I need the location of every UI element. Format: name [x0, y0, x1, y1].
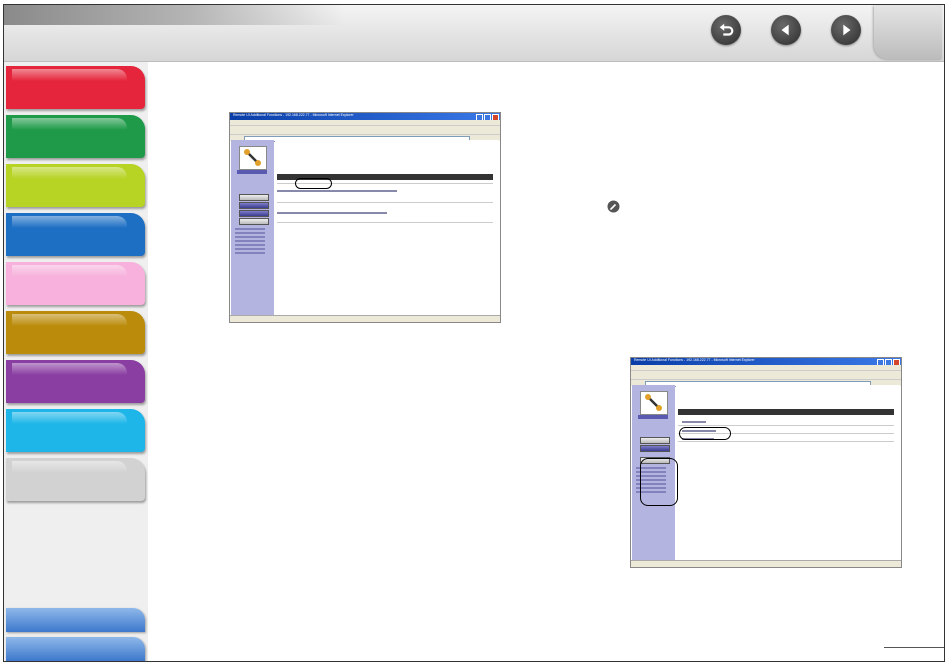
chapter-tab-4[interactable]: [6, 213, 145, 256]
next-page-button[interactable]: [831, 15, 861, 45]
page-header: [4, 5, 944, 62]
chapter-tab-6[interactable]: [6, 311, 145, 354]
screenshot-import-export: Remote UI Additional Functions - 192.168…: [630, 357, 902, 568]
window-titlebar: Remote UI Additional Functions - 192.168…: [631, 358, 901, 366]
instruction-line-1: [277, 190, 397, 192]
return-arrow-icon: [719, 23, 734, 36]
logo-label: [638, 415, 668, 419]
back-matter-tab-1[interactable]: [6, 608, 145, 632]
window-titlebar: Remote UI Additional Functions - 192.168…: [230, 113, 500, 121]
chapter-tab-1[interactable]: [6, 66, 145, 109]
corner-tab[interactable]: [874, 5, 942, 59]
header-strip: [4, 5, 344, 25]
menu-links: [235, 228, 265, 256]
key-tool-icon: [645, 394, 662, 411]
screenshot-export-data: Remote UI Additional Functions - 192.168…: [229, 112, 501, 323]
browser-status-bar: [230, 315, 500, 322]
browser-status-bar: [631, 560, 901, 567]
remote-ui-logo: [239, 146, 267, 170]
chapter-tab-3[interactable]: [6, 164, 145, 207]
callout-export-button: [295, 178, 332, 189]
job-status-button: [239, 202, 269, 209]
chapter-tab-2[interactable]: [6, 115, 145, 158]
logo-label: [237, 170, 267, 174]
page-frame: Remote UI Additional Functions - 192.168…: [3, 4, 945, 662]
triangle-right-icon: [843, 24, 851, 36]
device-button: [640, 437, 670, 444]
back-matter-tab-2[interactable]: [6, 637, 145, 661]
window-title: Remote UI Additional Functions - 192.168…: [634, 358, 755, 362]
content-title-bar: [678, 409, 894, 415]
job-status-button: [640, 445, 670, 452]
device-button: [239, 194, 269, 201]
callout-user-management-data: [679, 427, 731, 440]
chapter-sidebar: [4, 62, 148, 661]
callout-add-func-menu: [640, 458, 678, 506]
triangle-left-icon: [781, 24, 789, 36]
remote-ui-sidebar: [231, 140, 274, 316]
window-title: Remote UI Additional Functions - 192.168…: [233, 113, 354, 117]
remote-ui-logo: [640, 391, 668, 415]
link-address-book: [682, 421, 706, 423]
add-func-button: [239, 218, 269, 225]
note-pencil-icon: [607, 200, 620, 213]
remote-ui-content: [676, 385, 900, 561]
address-button: [239, 210, 269, 217]
previous-page-button[interactable]: [771, 15, 801, 45]
back-button[interactable]: [711, 15, 741, 45]
chapter-tab-9[interactable]: [6, 458, 145, 501]
remote-ui-content: [275, 140, 499, 316]
key-tool-icon: [244, 149, 261, 166]
chapter-tab-7[interactable]: [6, 360, 145, 403]
instruction-line-2: [277, 212, 387, 214]
page-rule: [884, 647, 944, 648]
chapter-tab-5[interactable]: [6, 262, 145, 305]
chapter-tab-8[interactable]: [6, 409, 145, 452]
